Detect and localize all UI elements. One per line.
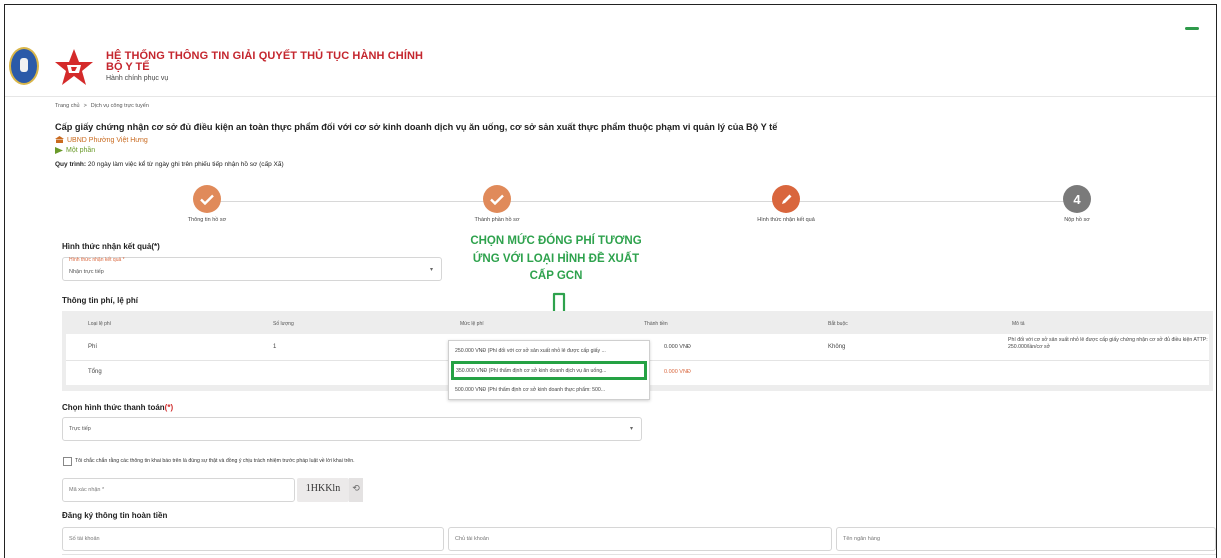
fee-description: Phí đối với cơ sở sản xuất nhỏ lẻ được c… bbox=[1008, 337, 1208, 350]
commitment-checkbox[interactable] bbox=[63, 457, 72, 466]
fees-heading: Thông tin phí, lệ phí bbox=[62, 296, 138, 305]
breadcrumb-home[interactable]: Trang chủ bbox=[55, 103, 80, 109]
required-mark: (*) bbox=[164, 403, 174, 412]
account-number-placeholder: Số tài khoản bbox=[69, 536, 100, 542]
refresh-icon[interactable]: ⟲ bbox=[349, 478, 363, 502]
check-icon bbox=[200, 194, 214, 205]
fee-level-dropdown[interactable]: 250.000 VNĐ (Phí đối với cơ sở sản xuất … bbox=[448, 340, 650, 400]
chevron-down-icon: ▾ bbox=[629, 426, 633, 432]
col-header-fee-level: Mức lệ phí bbox=[460, 321, 484, 327]
fee-total-label: Tổng bbox=[88, 369, 102, 375]
fee-required: Không bbox=[828, 344, 846, 350]
result-method-heading: Hình thức nhận kết quả(*) bbox=[62, 242, 160, 251]
check-icon bbox=[490, 194, 504, 205]
site-header: HỆ THỐNG THÔNG TIN GIẢI QUYẾT THỦ TỤC HÀ… bbox=[5, 5, 1216, 97]
star-logo-icon[interactable] bbox=[53, 47, 95, 87]
account-holder-input[interactable]: Chủ tài khoản bbox=[448, 527, 832, 551]
fee-amount: 0.000 VNĐ bbox=[664, 344, 691, 350]
procedure-title: Cấp giấy chứng nhận cơ sở đủ điều kiện a… bbox=[55, 122, 778, 132]
annotation-line-2: ỨNG VỚI LOẠI HÌNH ĐỀ XUẤT bbox=[472, 252, 640, 265]
building-icon bbox=[55, 136, 64, 143]
annotation-line-3: CẤP GCN bbox=[529, 270, 583, 282]
step-4-circle[interactable]: 4 bbox=[1063, 185, 1091, 213]
account-number-input[interactable]: Số tài khoản bbox=[62, 527, 444, 551]
system-title: HỆ THỐNG THÔNG TIN GIẢI QUYẾT THỦ TỤC HÀ… bbox=[106, 50, 424, 62]
result-method-floating-label: Hình thức nhận kết quả * bbox=[69, 257, 125, 263]
breadcrumb-separator: > bbox=[83, 103, 87, 109]
chevron-down-icon: ▾ bbox=[429, 267, 433, 273]
play-icon bbox=[55, 147, 63, 154]
service-level: Một phần bbox=[66, 147, 96, 154]
result-method-select[interactable]: Hình thức nhận kết quả * Nhận trực tiếp … bbox=[62, 257, 442, 281]
fee-quantity: 1 bbox=[273, 344, 277, 350]
corner-indicator bbox=[1185, 27, 1199, 30]
col-header-fee-type: Loại lệ phí bbox=[88, 321, 112, 327]
col-header-description: Mô tả bbox=[1012, 321, 1025, 327]
process-info: Quy trình: 20 ngày làm việc kể từ ngày g… bbox=[55, 161, 284, 168]
payment-method-value: Trực tiếp bbox=[69, 426, 91, 432]
commitment-text: Tôi chắc chắn rằng các thông tin khai bá… bbox=[75, 458, 355, 464]
ministry-emblem-icon bbox=[9, 47, 39, 85]
step-3-circle[interactable] bbox=[772, 185, 800, 213]
captcha-input[interactable]: Mã xác nhận * bbox=[62, 478, 295, 502]
fee-option-350000-highlighted[interactable]: 350.000 VNĐ (Phí thẩm định cơ sở kinh do… bbox=[451, 361, 647, 380]
agency-row: UBND Phường Việt Hưng bbox=[55, 136, 148, 144]
breadcrumb: Trang chủ > Dịch vụ công trực tuyến bbox=[55, 103, 149, 109]
payment-heading-text: Chọn hình thức thanh toán bbox=[62, 403, 165, 412]
result-method-value: Nhận trực tiếp bbox=[69, 269, 104, 275]
stepper-line bbox=[210, 201, 1080, 202]
fee-type: Phí bbox=[88, 344, 98, 350]
annotation-callout: CHỌN MỨC ĐÓNG PHÍ TƯƠNG ỨNG VỚI LOẠI HÌN… bbox=[435, 233, 677, 286]
process-label: Quy trình: bbox=[55, 161, 87, 168]
service-level-row: Một phần bbox=[55, 147, 95, 154]
pencil-icon bbox=[781, 194, 791, 204]
annotation-line-1: CHỌN MỨC ĐÓNG PHÍ TƯƠNG bbox=[470, 235, 642, 247]
next-row-divider bbox=[62, 554, 1216, 555]
fee-total-amount: 0.000 VNĐ bbox=[664, 369, 691, 375]
agency-name: UBND Phường Việt Hưng bbox=[67, 136, 148, 144]
step-1-label: Thông tin hồ sơ bbox=[187, 217, 227, 223]
col-header-total: Thành tiền bbox=[644, 321, 668, 327]
payment-heading: Chọn hình thức thanh toán(*) bbox=[62, 403, 173, 412]
step-4-label: Nộp hồ sơ bbox=[1064, 217, 1090, 223]
account-holder-placeholder: Chủ tài khoản bbox=[455, 536, 489, 542]
fee-option-500000[interactable]: 500.000 VNĐ (Phí thẩm định cơ sở kinh do… bbox=[451, 381, 647, 399]
bank-name-placeholder: Tên ngân hàng bbox=[843, 536, 881, 542]
fee-option-250000[interactable]: 250.000 VNĐ (Phí đối với cơ sở sản xuất … bbox=[451, 342, 647, 360]
refund-heading: Đăng ký thông tin hoàn tiền bbox=[62, 511, 168, 520]
step-3-label: Hình thức nhận kết quả bbox=[757, 217, 815, 223]
breadcrumb-current[interactable]: Dịch vụ công trực tuyến bbox=[91, 103, 149, 109]
step-1-circle[interactable] bbox=[193, 185, 221, 213]
col-header-quantity: Số lượng bbox=[273, 321, 294, 327]
step-2-label: Thành phần hồ sơ bbox=[474, 217, 520, 223]
bank-name-input[interactable]: Tên ngân hàng bbox=[836, 527, 1216, 551]
col-header-required: Bắt buộc bbox=[828, 321, 848, 327]
ministry-name: BỘ Y TẾ bbox=[106, 61, 150, 73]
captcha-placeholder: Mã xác nhận * bbox=[69, 487, 105, 493]
process-text: 20 ngày làm việc kể từ ngày ghi trên phi… bbox=[87, 161, 284, 168]
system-tagline: Hành chính phục vụ bbox=[106, 75, 169, 82]
payment-method-select[interactable]: Trực tiếp ▾ bbox=[62, 417, 642, 441]
step-2-circle[interactable] bbox=[483, 185, 511, 213]
captcha-image: 1HKKln bbox=[297, 478, 349, 502]
